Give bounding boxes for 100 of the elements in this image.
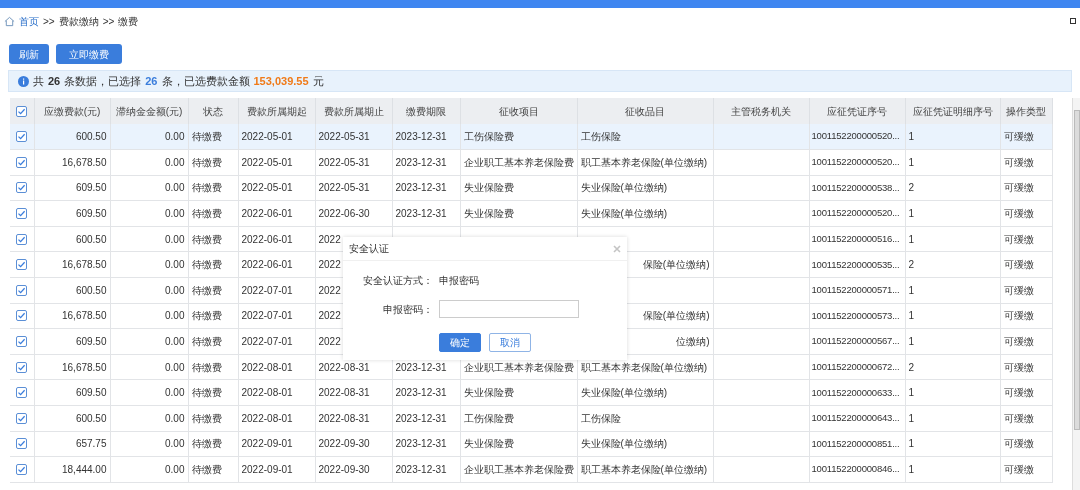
table-cell: 609.50	[34, 175, 110, 201]
table-cell: 待缴费	[188, 303, 238, 329]
column-header[interactable]: 缴费期限	[392, 98, 460, 124]
table-cell: 0.00	[110, 124, 188, 150]
scroll-thumb[interactable]	[1074, 110, 1080, 430]
column-header[interactable]: 状态	[188, 98, 238, 124]
checkbox[interactable]	[16, 361, 28, 373]
pay-button[interactable]: 立即缴费	[56, 44, 122, 64]
table-row[interactable]: 600.50 0.00 待缴费 2022-05-01 2022-05-31 2023-12-31 工伤保险费 工伤保险 1001152200000520... 1 可缓缴	[10, 124, 1052, 150]
checkbox[interactable]	[16, 208, 28, 220]
column-header[interactable]: 应缴费款(元)	[34, 98, 110, 124]
table-cell: 2022-05-31	[315, 149, 392, 176]
table-cell: 待缴费	[188, 149, 238, 176]
table-cell: 2023-12-31	[392, 379, 460, 406]
table-cell: 0.00	[110, 226, 188, 252]
table-cell: 1001152200000643...	[809, 405, 905, 432]
table-cell: 2022-08-01	[238, 354, 315, 380]
confirm-button[interactable]: 确定	[439, 333, 481, 352]
password-field[interactable]	[439, 300, 579, 318]
table-cell: 0.00	[110, 149, 188, 176]
table-cell: 可缓缴	[1000, 303, 1052, 329]
breadcrumb-item: 费款缴纳	[58, 14, 99, 29]
cancel-button[interactable]: 取消	[489, 333, 531, 352]
scrollbar[interactable]	[1072, 98, 1080, 490]
checkbox[interactable]	[16, 412, 28, 424]
table-cell: 1001152200000520...	[809, 149, 905, 176]
table-cell: 职工基本养老保险(单位缴纳)	[577, 456, 713, 483]
table-cell: 2023-12-31	[392, 200, 460, 227]
info-text: 条，已选费款金额	[161, 73, 250, 89]
column-header[interactable]: 费款所属期止	[315, 98, 392, 124]
table-row[interactable]: 657.75 0.00 待缴费 2022-09-01 2022-09-30 2023-12-31 失业保险费 失业保险(单位缴纳) 1001152200000851... 1 可缓缴	[10, 431, 1052, 457]
breadcrumb-item: 缴费	[118, 14, 139, 29]
column-header[interactable]: 费款所属期起	[238, 98, 315, 124]
table-row[interactable]: 600.50 0.00 待缴费 2022-08-01 2022-08-31 2023-12-31 工伤保险费 工伤保险 1001152200000643... 1 可缓缴	[10, 405, 1052, 432]
column-header[interactable]: 征收品目	[577, 98, 713, 124]
table-row[interactable]: 609.50 0.00 待缴费 2022-08-01 2022-08-31 2023-12-31 失业保险费 失业保险(单位缴纳) 1001152200000633... 1 可缓缴	[10, 379, 1052, 406]
table-cell: 待缴费	[188, 175, 238, 201]
table-cell: 16,678.50	[34, 149, 110, 176]
table-cell: 0.00	[110, 431, 188, 457]
checkbox[interactable]	[16, 105, 28, 117]
table-cell: 1	[905, 226, 1000, 252]
table-cell: 0.00	[110, 277, 188, 304]
refresh-button[interactable]: 刷新	[9, 44, 49, 64]
column-header[interactable]: 操作类型	[1000, 98, 1052, 124]
table-cell: 1001152200000520...	[809, 200, 905, 227]
table-cell: 可缓缴	[1000, 175, 1052, 201]
table-cell: 可缓缴	[1000, 379, 1052, 406]
checkbox[interactable]	[16, 336, 28, 348]
table-row[interactable]: 609.50 0.00 待缴费 2022-06-01 2022-06-30 2023-12-31 失业保险费 失业保险(单位缴纳) 1001152200000520... 1 可缓缴	[10, 200, 1052, 227]
breadcrumb-separator: >>	[43, 14, 55, 29]
table-cell: 600.50	[34, 226, 110, 252]
table-row[interactable]: 18,444.00 0.00 待缴费 2022-09-01 2022-09-30 2023-12-31 企业职工基本养老保险费 职工基本养老保险(单位缴纳) 1001152200000846... 1 可缓缴	[10, 456, 1052, 483]
checkbox[interactable]	[16, 387, 28, 399]
column-header[interactable]: 滞纳金金额(元)	[110, 98, 188, 124]
table-cell: 1	[905, 456, 1000, 483]
info-text: 元	[312, 73, 324, 89]
table-cell: 2023-12-31	[392, 431, 460, 457]
table-cell: 0.00	[110, 328, 188, 355]
column-header[interactable]: 应征凭证明细序号	[905, 98, 1000, 124]
table-row[interactable]: 16,678.50 0.00 待缴费 2022-05-01 2022-05-31 2023-12-31 企业职工基本养老保险费 职工基本养老保险(单位缴纳) 1001152200000520... 1 可缓缴	[10, 149, 1052, 176]
checkbox[interactable]	[16, 284, 28, 296]
table-cell: 657.75	[34, 431, 110, 457]
checkbox[interactable]	[16, 464, 28, 475]
table-cell: 2	[905, 175, 1000, 201]
table-cell: 可缓缴	[1000, 200, 1052, 227]
table-cell: 1	[905, 277, 1000, 304]
table-cell: 2022-06-30	[315, 200, 392, 227]
table-cell: 0.00	[110, 405, 188, 432]
column-header[interactable]: 应征凭证序号	[809, 98, 905, 124]
checkbox[interactable]	[16, 233, 28, 245]
checkbox[interactable]	[16, 310, 28, 322]
checkbox[interactable]	[16, 156, 28, 168]
table-cell: 2022-05-31	[315, 124, 392, 150]
table-cell: 0.00	[110, 200, 188, 227]
checkbox[interactable]	[16, 131, 28, 143]
table-cell: 企业职工基本养老保险费	[460, 149, 577, 176]
table-cell: 1	[905, 124, 1000, 150]
checkbox[interactable]	[16, 438, 28, 450]
table-cell: 失业保险费	[460, 379, 577, 406]
checkbox[interactable]	[16, 182, 28, 194]
table-row[interactable]: 609.50 0.00 待缴费 2022-05-01 2022-05-31 2023-12-31 失业保险费 失业保险(单位缴纳) 1001152200000538... 2 可缓缴	[10, 175, 1052, 201]
column-header[interactable]: 主管税务机关	[713, 98, 809, 124]
table-cell: 1	[905, 379, 1000, 406]
table-cell: 0.00	[110, 303, 188, 329]
info-text: 共	[33, 73, 44, 89]
table-cell: 2022-08-31	[315, 405, 392, 432]
restore-icon[interactable]	[1070, 18, 1076, 24]
table-cell: 0.00	[110, 251, 188, 278]
table-cell: 待缴费	[188, 431, 238, 457]
table-cell: 1001152200000567...	[809, 328, 905, 355]
checkbox[interactable]	[16, 259, 28, 271]
table-cell: 0.00	[110, 379, 188, 406]
table-cell: 609.50	[34, 379, 110, 406]
selected-amount: 153,039.55	[253, 73, 309, 89]
table-cell: 企业职工基本养老保险费	[460, 456, 577, 483]
column-header[interactable]: 征收项目	[460, 98, 577, 124]
home-icon[interactable]	[4, 15, 15, 27]
table-cell: 600.50	[34, 405, 110, 432]
breadcrumb-link[interactable]: 首页	[19, 13, 39, 29]
table-cell: 2023-12-31	[392, 456, 460, 483]
